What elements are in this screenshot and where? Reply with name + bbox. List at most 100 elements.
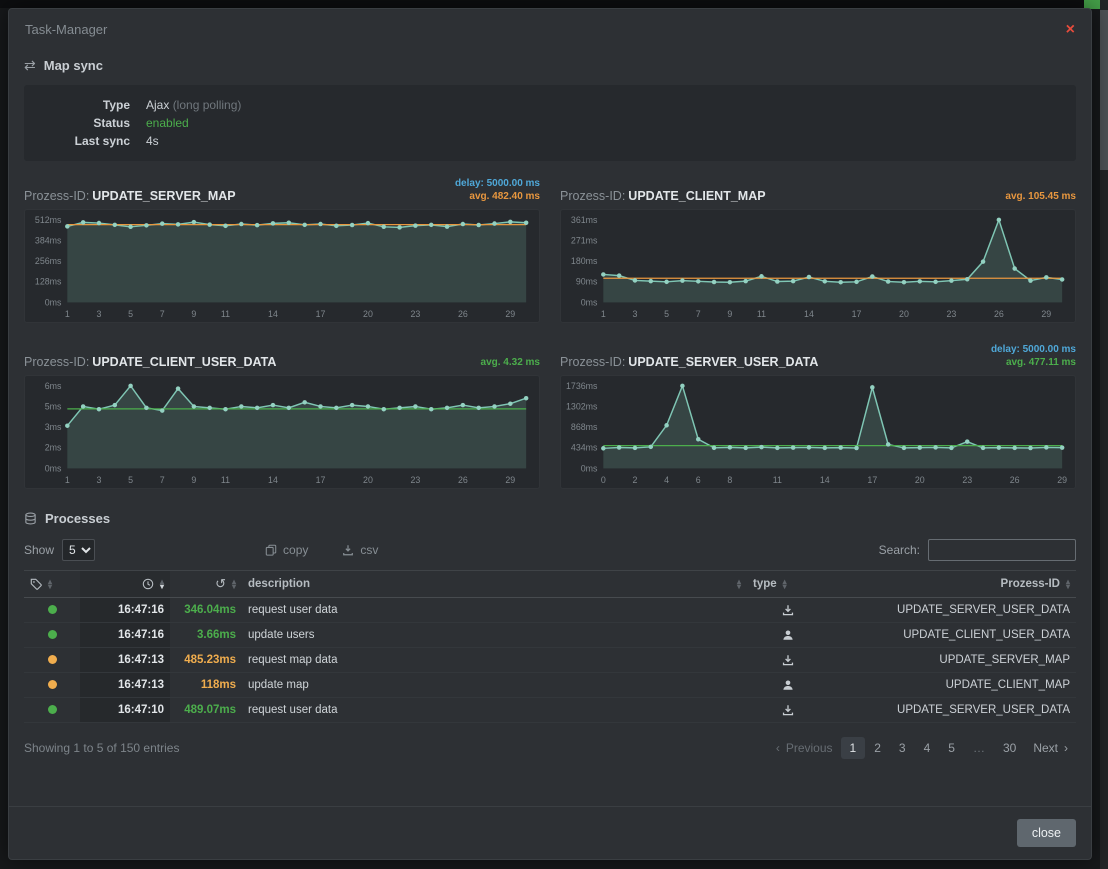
column-header-duration[interactable]: ↺ ▴▾ bbox=[176, 578, 236, 590]
svg-text:11: 11 bbox=[757, 309, 766, 319]
page-button-1[interactable]: 1 bbox=[841, 737, 866, 759]
chart-svg: 0ms434ms868ms1302ms1736ms024681114172023… bbox=[561, 376, 1075, 488]
svg-text:5ms: 5ms bbox=[45, 401, 62, 411]
svg-text:1736ms: 1736ms bbox=[566, 381, 598, 391]
sync-arrows-icon: ⇄ bbox=[24, 57, 36, 74]
column-header-status[interactable]: ▴▾ bbox=[30, 578, 74, 590]
copy-button[interactable]: copy bbox=[265, 543, 308, 557]
description-cell: request map data bbox=[242, 648, 747, 673]
column-header-process-id[interactable]: Prozess-ID ▴▾ bbox=[835, 578, 1070, 590]
page-background-top-strip bbox=[0, 0, 1108, 8]
duration-cell: 3.66ms bbox=[170, 623, 242, 648]
svg-text:11: 11 bbox=[773, 475, 782, 485]
chart-update-server-user-data: Prozess-ID:UPDATE_SERVER_USER_DATA delay… bbox=[560, 339, 1076, 489]
svg-text:9: 9 bbox=[191, 475, 196, 485]
chart-title: Prozess-ID:UPDATE_CLIENT_MAP bbox=[560, 189, 766, 203]
table-footer: Showing 1 to 5 of 150 entries ‹ Previous… bbox=[24, 737, 1076, 759]
time-cell: 16:47:10 bbox=[80, 698, 170, 723]
avg-label: avg. 105.45 ms bbox=[1005, 190, 1076, 203]
search-group: Search: bbox=[879, 539, 1076, 561]
description-cell: update users bbox=[242, 623, 747, 648]
column-header-description[interactable]: description ▴▾ bbox=[248, 578, 741, 590]
show-label: Show bbox=[24, 543, 54, 557]
svg-text:20: 20 bbox=[899, 309, 909, 319]
avg-label: avg. 477.11 ms bbox=[991, 356, 1076, 369]
status-cell bbox=[24, 673, 80, 698]
scrollbar-thumb[interactable] bbox=[1100, 10, 1108, 170]
modal-body: ⇄ Map sync Type Ajax (long polling) Stat… bbox=[9, 43, 1091, 806]
csv-button[interactable]: csv bbox=[342, 543, 378, 557]
sort-icon: ▴▾ bbox=[737, 579, 741, 589]
map-sync-heading-label: Map sync bbox=[44, 58, 103, 73]
type-cell bbox=[747, 673, 829, 698]
close-icon[interactable]: × bbox=[1066, 23, 1075, 37]
svg-text:5: 5 bbox=[128, 309, 133, 319]
sort-icon: ▴▾ bbox=[1066, 579, 1070, 589]
clock-icon bbox=[142, 578, 154, 590]
svg-text:14: 14 bbox=[268, 475, 278, 485]
page-button-3[interactable]: 3 bbox=[890, 737, 915, 759]
page-size-select[interactable]: 5 bbox=[62, 539, 95, 561]
svg-text:5: 5 bbox=[128, 475, 133, 485]
pagination-next[interactable]: Next › bbox=[1025, 737, 1076, 759]
sort-icon: ▴▾ bbox=[783, 579, 787, 589]
processes-heading-label: Processes bbox=[45, 511, 110, 526]
svg-text:11: 11 bbox=[221, 309, 230, 319]
svg-text:3: 3 bbox=[97, 475, 102, 485]
svg-text:0: 0 bbox=[601, 475, 606, 485]
sort-icon: ▴▾ bbox=[232, 579, 236, 589]
svg-text:128ms: 128ms bbox=[35, 277, 62, 287]
type-value: Ajax (long polling) bbox=[146, 96, 241, 114]
info-row-last-sync: Last sync 4s bbox=[24, 132, 1076, 150]
column-header-type[interactable]: type ▴▾ bbox=[753, 578, 823, 590]
search-input[interactable] bbox=[928, 539, 1076, 561]
page-button-30[interactable]: 30 bbox=[994, 737, 1025, 759]
page-button-5[interactable]: 5 bbox=[939, 737, 964, 759]
svg-text:14: 14 bbox=[268, 309, 278, 319]
type-cell bbox=[747, 598, 829, 623]
download-icon bbox=[782, 704, 794, 716]
svg-text:14: 14 bbox=[820, 475, 830, 485]
close-button[interactable]: close bbox=[1017, 819, 1076, 847]
svg-text:26: 26 bbox=[458, 309, 468, 319]
delay-label: delay: 5000.00 ms bbox=[455, 177, 540, 190]
process-id-cell: UPDATE_SERVER_MAP bbox=[829, 648, 1076, 673]
svg-text:23: 23 bbox=[411, 309, 421, 319]
table-row[interactable]: 16:47:163.66msupdate usersUPDATE_CLIENT_… bbox=[24, 623, 1076, 648]
map-sync-heading: ⇄ Map sync bbox=[24, 57, 1076, 74]
svg-text:1: 1 bbox=[65, 309, 70, 319]
info-row-type: Type Ajax (long polling) bbox=[24, 96, 1076, 114]
next-chevron-icon: › bbox=[1064, 741, 1068, 755]
page-scrollbar[interactable] bbox=[1100, 0, 1108, 869]
chart-canvas: 0ms2ms3ms5ms6ms1357911141720232629 bbox=[24, 375, 540, 489]
modal-title: Task-Manager bbox=[25, 22, 107, 37]
pagination-previous[interactable]: ‹ Previous bbox=[768, 737, 841, 759]
time-cell: 16:47:16 bbox=[80, 598, 170, 623]
history-icon: ↺ bbox=[215, 578, 226, 590]
page-button-…: … bbox=[964, 737, 994, 759]
chart-canvas: 0ms434ms868ms1302ms1736ms024681114172023… bbox=[560, 375, 1076, 489]
page-button-2[interactable]: 2 bbox=[865, 737, 890, 759]
svg-text:180ms: 180ms bbox=[571, 256, 598, 266]
chart-canvas: 0ms128ms256ms384ms512ms13579111417202326… bbox=[24, 209, 540, 323]
pagination-pages: 12345…30 bbox=[841, 737, 1026, 759]
last-sync-label: Last sync bbox=[24, 132, 146, 150]
table-row[interactable]: 16:47:16346.04msrequest user dataUPDATE_… bbox=[24, 598, 1076, 623]
table-row[interactable]: 16:47:10489.07msrequest user dataUPDATE_… bbox=[24, 698, 1076, 723]
database-icon bbox=[24, 512, 37, 525]
avg-label: avg. 482.40 ms bbox=[455, 190, 540, 203]
entries-info: Showing 1 to 5 of 150 entries bbox=[24, 741, 179, 755]
copy-icon bbox=[265, 544, 277, 556]
chart-svg: 0ms128ms256ms384ms512ms13579111417202326… bbox=[25, 210, 539, 322]
page-size-group: Show 5 bbox=[24, 539, 95, 561]
svg-text:1302ms: 1302ms bbox=[566, 401, 598, 411]
page-button-4[interactable]: 4 bbox=[915, 737, 940, 759]
status-cell bbox=[24, 623, 80, 648]
table-row[interactable]: 16:47:13118msupdate mapUPDATE_CLIENT_MAP bbox=[24, 673, 1076, 698]
modal-footer: close bbox=[9, 806, 1091, 859]
table-row[interactable]: 16:47:13485.23msrequest map dataUPDATE_S… bbox=[24, 648, 1076, 673]
column-header-time[interactable]: ▴▾ bbox=[86, 578, 164, 590]
svg-text:1: 1 bbox=[601, 309, 606, 319]
avg-label: avg. 4.32 ms bbox=[481, 356, 540, 369]
svg-text:23: 23 bbox=[962, 475, 972, 485]
